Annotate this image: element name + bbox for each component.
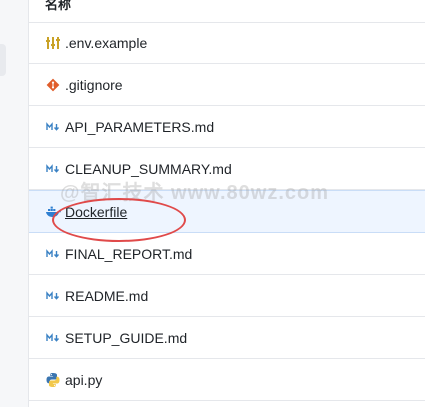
column-header-name[interactable]: 名称 <box>45 0 71 13</box>
file-row[interactable]: .gitignore <box>29 64 425 106</box>
left-gutter <box>0 0 28 405</box>
file-name: CLEANUP_SUMMARY.md <box>65 160 232 177</box>
file-name: SETUP_GUIDE.md <box>65 329 188 346</box>
file-name: Dockerfile <box>65 203 128 220</box>
markdown-icon <box>45 161 61 177</box>
file-list: .env.example .gitignore API_PARAMETERS.m… <box>29 22 425 401</box>
file-row[interactable]: CLEANUP_SUMMARY.md <box>29 148 425 190</box>
docker-icon <box>45 204 61 220</box>
sidebar-tab[interactable] <box>0 44 6 76</box>
file-row[interactable]: API_PARAMETERS.md <box>29 106 425 148</box>
file-name: .gitignore <box>65 76 123 93</box>
file-row[interactable]: .env.example <box>29 22 425 64</box>
file-name: .env.example <box>65 34 148 51</box>
python-icon <box>45 372 61 388</box>
file-name: README.md <box>65 287 149 304</box>
column-header: 名称 <box>29 0 425 23</box>
file-row-selected[interactable]: Dockerfile <box>29 190 425 233</box>
file-row[interactable]: README.md <box>29 275 425 317</box>
file-name: API_PARAMETERS.md <box>65 118 215 135</box>
file-row[interactable]: FINAL_REPORT.md <box>29 233 425 275</box>
file-name: api.py <box>65 371 103 388</box>
markdown-icon <box>45 246 61 262</box>
settings-file-icon <box>45 35 61 51</box>
file-list-panel: 名称 .env.example .gitignore API_PARAMETER… <box>28 0 425 407</box>
git-icon <box>45 77 61 93</box>
markdown-icon <box>45 119 61 135</box>
file-row[interactable]: api.py <box>29 359 425 401</box>
file-row[interactable]: SETUP_GUIDE.md <box>29 317 425 359</box>
file-name: FINAL_REPORT.md <box>65 245 193 262</box>
markdown-icon <box>45 288 61 304</box>
markdown-icon <box>45 330 61 346</box>
